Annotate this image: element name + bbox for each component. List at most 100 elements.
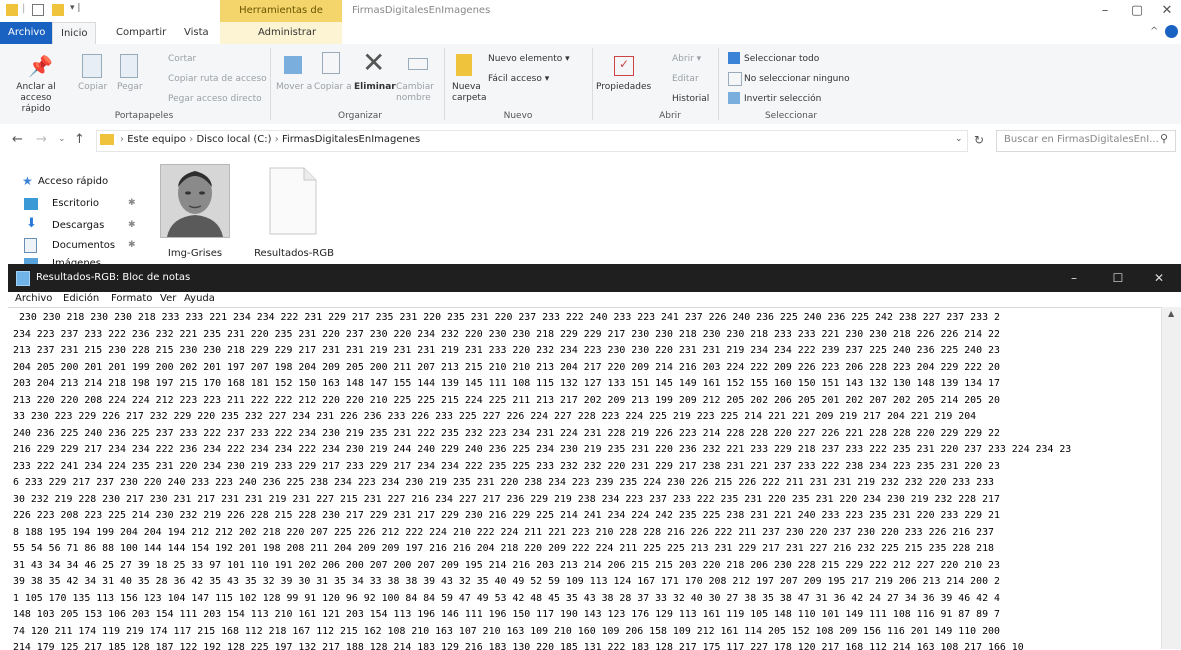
file-name-img-grises[interactable]: Img-Grises <box>160 248 230 259</box>
notepad-text-area[interactable]: 230 230 218 230 230 218 233 233 221 234 … <box>8 307 1161 650</box>
text-line: 233 222 241 234 224 235 231 220 234 230 … <box>13 460 1000 472</box>
notepad-close-button[interactable]: ✕ <box>1137 264 1181 292</box>
copy-path-button[interactable]: Copiar ruta de acceso <box>168 74 267 85</box>
open-button[interactable]: Abrir ▾ <box>672 54 701 65</box>
text-line: 1 105 170 135 113 156 123 104 147 115 10… <box>13 592 1000 604</box>
forward-icon[interactable]: → <box>36 132 47 147</box>
text-line: 226 223 208 223 225 214 230 232 219 226 … <box>13 510 1000 521</box>
desktop-icon <box>24 198 38 210</box>
select-all-icon <box>728 52 740 64</box>
select-none-button[interactable]: No seleccionar ninguno <box>744 74 850 85</box>
text-line: 30 232 219 228 230 217 230 231 217 231 2… <box>13 493 1000 505</box>
text-line: 230 230 218 230 230 218 233 233 221 234 … <box>13 312 1000 323</box>
pin-icon[interactable]: ✱ <box>128 240 136 250</box>
open-label: Abrir <box>672 54 694 64</box>
easy-access-button[interactable]: Fácil acceso ▾ <box>488 74 549 85</box>
text-line: 203 204 213 214 218 198 197 215 170 168 … <box>13 378 1000 389</box>
tab-administrar[interactable]: Administrar <box>250 22 324 44</box>
menu-ver[interactable]: Ver <box>160 293 176 304</box>
nav-item-descargas[interactable]: Descargas <box>52 218 104 234</box>
properties-icon: ✓ <box>614 56 634 76</box>
recent-locations-icon[interactable]: ⌄ <box>58 134 66 144</box>
breadcrumb-disco-local[interactable]: Disco local (C:) <box>196 134 271 145</box>
pin-icon[interactable]: ✱ <box>128 198 136 208</box>
easy-access-label: Fácil acceso <box>488 74 542 84</box>
back-icon[interactable]: ← <box>12 132 23 147</box>
text-line: 8 188 195 194 199 204 204 194 212 212 20… <box>13 526 994 538</box>
scroll-up-icon[interactable]: ▲ <box>1168 309 1174 318</box>
breadcrumb: › Este equipo › Disco local (C:) › Firma… <box>120 134 421 145</box>
notepad-minimize-button[interactable]: – <box>1052 264 1096 292</box>
menu-ayuda[interactable]: Ayuda <box>184 293 215 304</box>
select-all-button[interactable]: Seleccionar todo <box>744 54 819 65</box>
pin-icon: 📌 <box>28 54 53 78</box>
nav-item-documentos[interactable]: Documentos <box>52 238 115 254</box>
refresh-icon[interactable]: ↻ <box>974 133 984 147</box>
folder-icon[interactable] <box>6 4 18 16</box>
menu-edicion[interactable]: Edición <box>63 293 99 304</box>
vertical-scrollbar[interactable]: ▲ <box>1161 307 1181 649</box>
delete-icon: ✕ <box>362 46 386 79</box>
new-folder-button[interactable]: Nueva carpeta <box>452 82 486 104</box>
rename-button[interactable]: Cambiar nombre <box>396 82 438 104</box>
address-dropdown-icon[interactable]: ⌄ <box>955 134 963 144</box>
menu-formato[interactable]: Formato <box>111 293 152 304</box>
move-to-button[interactable]: Mover a <box>276 82 312 93</box>
close-button[interactable]: ✕ <box>1152 2 1181 20</box>
tab-inicio[interactable]: Inicio <box>52 22 97 45</box>
face-photo-icon <box>161 165 229 237</box>
documents-icon <box>24 238 37 253</box>
new-item-button[interactable]: Nuevo elemento ▾ <box>488 54 570 65</box>
customize-toolbar-icon[interactable]: ▾ | <box>70 3 80 13</box>
menu-archivo[interactable]: Archivo <box>15 293 52 304</box>
notepad-text-content: 230 230 218 230 230 218 233 233 221 234 … <box>13 310 1071 650</box>
text-line: 6 233 229 217 237 230 220 240 233 223 24… <box>13 477 994 488</box>
delete-button[interactable]: Eliminar <box>354 82 396 93</box>
group-label-seleccionar: Seleccionar <box>764 111 818 121</box>
document-shape <box>269 167 317 235</box>
copy-icon <box>82 54 102 78</box>
nav-quick-access[interactable]: Acceso rápido <box>38 174 108 190</box>
pin-quick-access-button[interactable]: Anclar al acceso rápido <box>6 82 66 115</box>
pin-icon[interactable]: ✱ <box>128 220 136 230</box>
breadcrumb-carpeta[interactable]: FirmasDigitalesEnImagenes <box>282 134 420 145</box>
group-separator <box>270 48 271 120</box>
help-icon[interactable] <box>1165 25 1178 38</box>
text-line: 234 223 237 233 222 236 232 221 235 231 … <box>13 328 1000 340</box>
breadcrumb-este-equipo[interactable]: Este equipo <box>127 134 186 145</box>
file-thumbnail-img-grises[interactable] <box>160 164 230 238</box>
paste-button[interactable]: Pegar <box>117 82 143 93</box>
tab-vista[interactable]: Vista <box>176 22 217 44</box>
search-icon[interactable]: ⚲ <box>1160 132 1168 145</box>
paste-shortcut-button[interactable]: Pegar acceso directo <box>168 94 262 105</box>
text-line: 31 43 34 34 46 25 27 39 18 25 33 97 101 … <box>13 559 1000 571</box>
copy-button[interactable]: Copiar <box>78 82 107 93</box>
notepad-maximize-button[interactable]: ☐ <box>1096 264 1140 292</box>
copy-to-button[interactable]: Copiar a <box>314 82 352 93</box>
move-to-icon <box>284 56 302 74</box>
notepad-icon <box>16 271 30 286</box>
up-icon[interactable]: ↑ <box>74 132 85 147</box>
text-line: 213 220 220 208 224 224 212 223 223 211 … <box>13 394 1000 406</box>
new-folder-icon[interactable] <box>52 4 64 16</box>
tab-compartir[interactable]: Compartir <box>108 22 174 44</box>
text-line: 240 236 225 240 236 225 237 233 222 237 … <box>13 427 1000 439</box>
text-document-icon[interactable] <box>266 166 320 236</box>
cut-button[interactable]: Cortar <box>168 54 196 65</box>
text-line: 204 205 200 201 201 199 200 202 201 197 … <box>13 361 1000 373</box>
group-label-abrir: Abrir <box>659 111 681 121</box>
properties-icon[interactable] <box>32 4 44 16</box>
minimize-button[interactable]: – <box>1090 2 1120 20</box>
file-name-resultados-rgb[interactable]: Resultados-RGB <box>252 248 336 259</box>
maximize-button[interactable]: ▢ <box>1122 2 1152 20</box>
history-button[interactable]: Historial <box>672 94 709 105</box>
edit-button[interactable]: Editar <box>672 74 699 85</box>
notepad-title: Resultados-RGB: Bloc de notas <box>36 272 191 283</box>
collapse-ribbon-icon[interactable]: ^ <box>1150 26 1158 37</box>
group-label-nuevo: Nuevo <box>503 111 533 121</box>
text-line: 213 237 231 215 230 228 215 230 230 218 … <box>13 345 1000 356</box>
nav-item-escritorio[interactable]: Escritorio <box>52 196 99 212</box>
properties-button[interactable]: Propiedades <box>596 82 651 93</box>
invert-selection-button[interactable]: Invertir selección <box>744 94 821 105</box>
tab-archivo[interactable]: Archivo <box>0 22 54 44</box>
